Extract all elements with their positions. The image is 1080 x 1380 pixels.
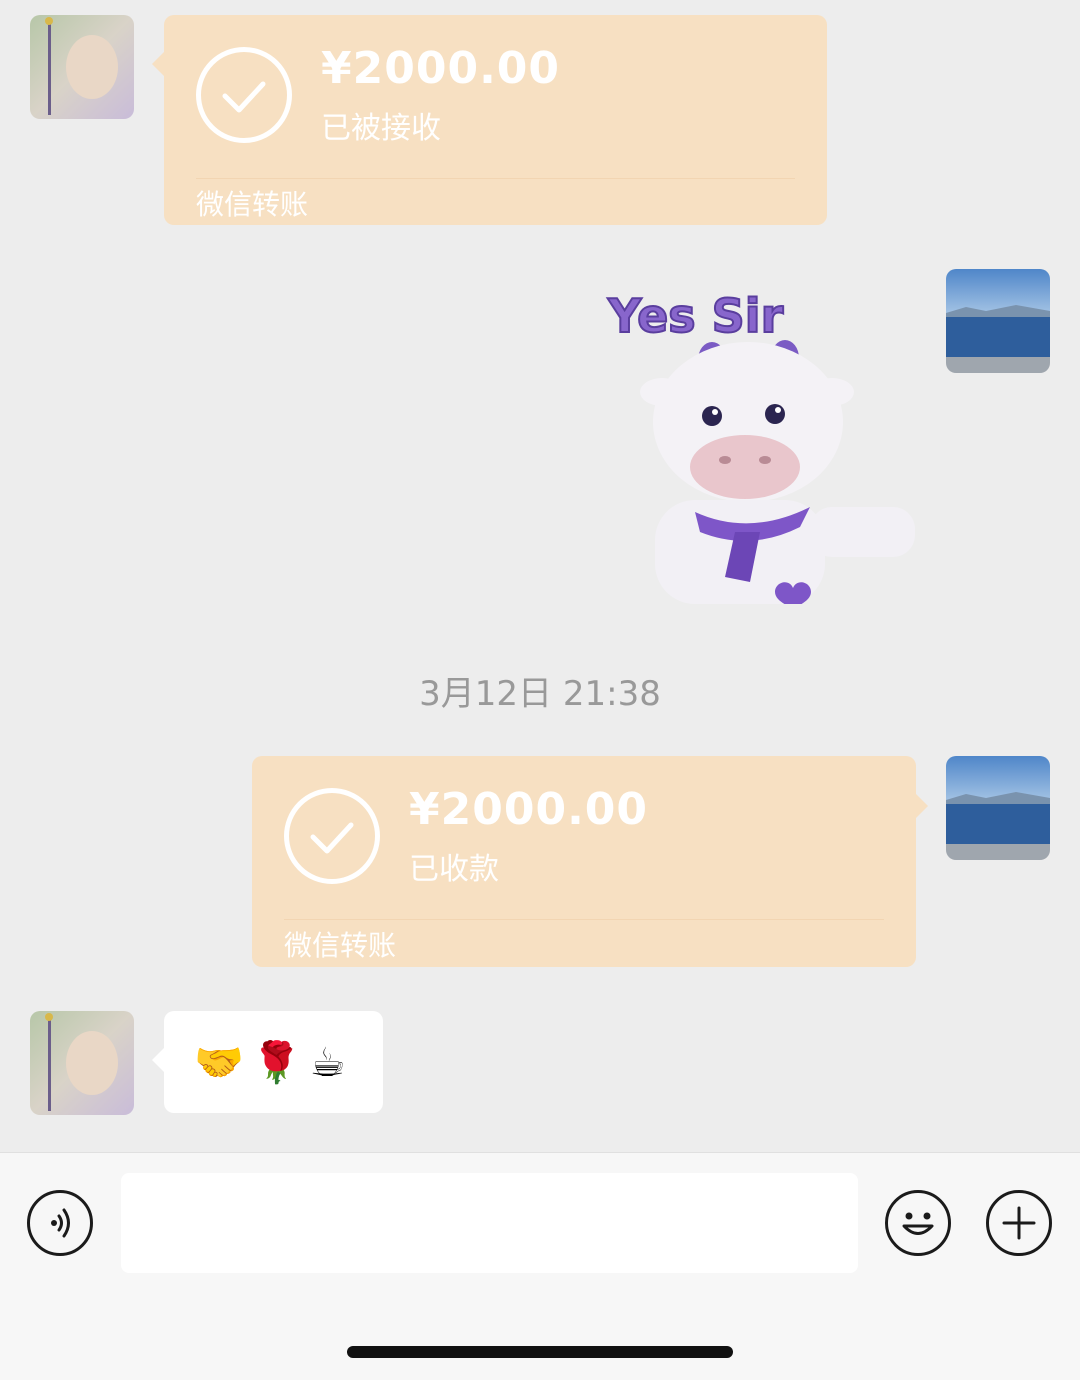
bubble-arrow	[152, 1048, 164, 1072]
transfer-amount: ¥2000.00	[321, 43, 561, 94]
timestamp: 3月12日 21:38	[419, 674, 661, 714]
emoji-icon[interactable]	[885, 1190, 951, 1256]
transfer-amount: ¥2000.00	[409, 784, 649, 835]
transfer-status: 已被接收	[321, 111, 441, 146]
divider	[284, 919, 884, 920]
transfer-received-card[interactable]: ¥2000.00 已被接收 微信转账	[164, 15, 827, 225]
sticker-caption: Yes Sir	[607, 289, 784, 343]
message-input[interactable]	[121, 1173, 858, 1273]
my-avatar[interactable]	[946, 269, 1050, 373]
yes-sir-cow-sticker[interactable]: Yes Sir	[600, 282, 920, 608]
plus-icon[interactable]	[986, 1190, 1052, 1256]
check-circle-icon	[284, 788, 380, 884]
divider	[196, 178, 795, 179]
my-avatar[interactable]	[946, 756, 1050, 860]
home-indicator[interactable]	[347, 1346, 733, 1358]
transfer-footer: 微信转账	[196, 188, 309, 221]
bubble-arrow	[152, 52, 164, 76]
emoji-message-text: 🤝🌹☕	[194, 1039, 354, 1086]
transfer-collected-card[interactable]: ¥2000.00 已收款 微信转账	[252, 756, 916, 967]
voice-icon[interactable]	[27, 1190, 93, 1256]
emoji-message-bubble[interactable]: 🤝🌹☕	[164, 1011, 383, 1113]
check-circle-icon	[196, 47, 292, 143]
bubble-arrow	[916, 794, 928, 818]
transfer-status: 已收款	[409, 852, 499, 887]
contact-avatar[interactable]	[30, 1011, 134, 1115]
contact-avatar[interactable]	[30, 15, 134, 119]
transfer-footer: 微信转账	[284, 929, 397, 962]
